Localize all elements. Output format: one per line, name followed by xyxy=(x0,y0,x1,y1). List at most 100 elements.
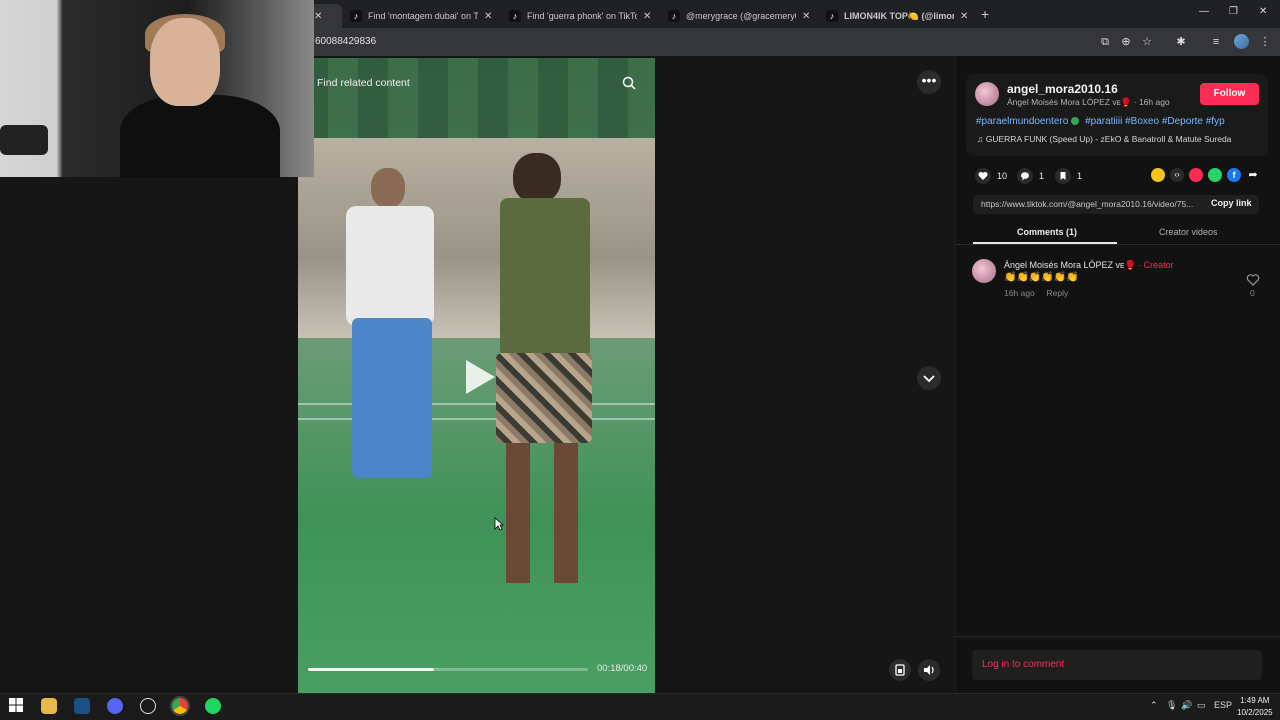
send-to-friends-icon[interactable] xyxy=(1189,168,1203,182)
like-stat[interactable]: 10 xyxy=(975,168,1007,184)
tab-comments[interactable]: Comments (1) xyxy=(1017,227,1077,237)
browser-tab[interactable]: ♪ LIMON4IK TOP🍋 (@limon4ik) | TikTok ✕ xyxy=(826,4,976,28)
follow-button[interactable]: Follow xyxy=(1200,83,1259,105)
obs-icon[interactable] xyxy=(140,698,156,714)
comment-author[interactable]: Ángel Moisés Mora LÓPEZ ᴠᴇ🥊 xyxy=(1004,260,1136,270)
green-circle-icon xyxy=(1071,117,1080,125)
play-icon[interactable] xyxy=(462,357,498,397)
minimize-icon[interactable]: — xyxy=(1199,6,1209,17)
zoom-icon[interactable]: ⊕ xyxy=(1119,35,1133,49)
tab-label: @merygrace (@gracemery09) | TikTok xyxy=(686,11,796,21)
video-progress-fill xyxy=(308,668,434,671)
menu-kebab-icon[interactable]: ⋮ xyxy=(1258,35,1272,49)
find-related-content[interactable]: Find related content xyxy=(317,77,410,89)
music-title: GUERRA FUNK (Speed Up) - zEkO & Banatrol… xyxy=(985,134,1232,144)
hashtag-link[interactable]: #paratiiii xyxy=(1085,116,1122,127)
facebook-icon[interactable]: f xyxy=(1227,168,1241,182)
discord-icon[interactable] xyxy=(107,698,123,714)
picture-in-picture-button[interactable] xyxy=(889,659,911,681)
browser-tab[interactable]: ♪ Find 'guerra phonk' on TikTok ✕ xyxy=(509,4,659,28)
whatsapp-icon[interactable] xyxy=(1208,168,1222,182)
next-video-button[interactable] xyxy=(917,366,941,390)
video-link-text[interactable]: https://www.tiktok.com/@angel_mora2010.1… xyxy=(981,199,1198,209)
volume-tray-icon[interactable]: 🔊 xyxy=(1181,700,1192,711)
bookmark-icon xyxy=(1055,168,1071,184)
cast-icon[interactable]: ⧉ xyxy=(1098,35,1112,49)
language-indicator[interactable]: ESP xyxy=(1214,700,1232,710)
spotify-icon[interactable] xyxy=(205,698,221,714)
tab-creator-videos[interactable]: Creator videos xyxy=(1159,227,1218,237)
steam-icon[interactable] xyxy=(74,698,90,714)
close-icon[interactable]: ✕ xyxy=(643,11,651,22)
creator-subline: Ángel Moisés Mora LÓPEZ ᴠᴇ🥊 · 16h ago xyxy=(1007,97,1170,108)
clock-date: 10/2/2025 xyxy=(1237,708,1273,717)
video-progress-bar[interactable] xyxy=(308,668,588,671)
chevron-down-icon xyxy=(923,375,935,383)
comment-like-heart-icon[interactable] xyxy=(1246,273,1260,287)
video-person-boxer xyxy=(488,153,598,593)
embed-code-icon[interactable]: ‹› xyxy=(1170,168,1184,182)
close-icon[interactable]: ✕ xyxy=(960,11,968,22)
video-person-coach xyxy=(346,168,436,488)
browser-tab[interactable]: ♪ Find 'montagem dubai' on TikTok ✕ xyxy=(350,4,500,28)
browser-tab[interactable]: ♪ @merygrace (@gracemery09) | TikTok ✕ xyxy=(668,4,818,28)
comment-meta: 16h ago Reply xyxy=(1004,288,1068,298)
copy-link-button[interactable]: Copy link xyxy=(1211,198,1252,208)
search-icon[interactable] xyxy=(621,75,637,91)
hashtag-link[interactable]: #paraelmundoentero xyxy=(976,116,1068,127)
system-clock[interactable]: 1:49 AM 10/2/2025 xyxy=(1237,695,1273,719)
input-divider xyxy=(955,636,1280,637)
hashtag-link[interactable]: #Boxeo xyxy=(1125,116,1159,127)
save-stat[interactable]: 1 xyxy=(1055,168,1082,184)
share-arrow-icon[interactable]: ➦ xyxy=(1246,168,1260,182)
comment-author-line: Ángel Moisés Mora LÓPEZ ᴠᴇ🥊 · Creator xyxy=(1004,260,1174,271)
screen: ✕ ♪ Find 'montagem dubai' on TikTok ✕ ♪ … xyxy=(0,0,1280,720)
post-time: 16h ago xyxy=(1138,97,1170,107)
profile-avatar[interactable] xyxy=(1234,34,1249,49)
chrome-icon[interactable] xyxy=(170,696,190,716)
webcam-overlay xyxy=(0,0,314,177)
close-icon[interactable]: ✕ xyxy=(802,11,810,22)
comment-stat[interactable]: 1 xyxy=(1017,168,1044,184)
tray-chevron-icon[interactable]: ⌃ xyxy=(1150,700,1158,711)
comment-count: 1 xyxy=(1039,171,1045,181)
tiktok-icon: ♪ xyxy=(826,10,838,22)
heart-icon xyxy=(975,168,991,184)
comment-avatar[interactable] xyxy=(972,259,996,283)
music-line[interactable]: ♫ GUERRA FUNK (Speed Up) - zEkO & Banatr… xyxy=(977,134,1231,144)
more-options-button[interactable]: ••• xyxy=(917,70,941,94)
tab-label: Find 'guerra phonk' on TikTok xyxy=(527,11,637,21)
close-icon[interactable]: ✕ xyxy=(314,11,322,22)
volume-button[interactable] xyxy=(918,659,940,681)
tiktok-icon: ♪ xyxy=(350,10,362,22)
separator-dot: · xyxy=(1133,97,1137,107)
restore-icon[interactable]: ❐ xyxy=(1229,6,1238,17)
network-icon[interactable]: ▭ xyxy=(1197,700,1206,711)
windows-start-icon[interactable] xyxy=(9,698,25,714)
tab-divider xyxy=(955,244,1280,245)
login-to-comment-link[interactable]: Log in to comment xyxy=(982,659,1064,670)
creator-avatar[interactable] xyxy=(975,82,999,106)
close-window-icon[interactable]: ✕ xyxy=(1259,6,1267,17)
reply-link[interactable]: Reply xyxy=(1047,288,1069,298)
microphone-icon[interactable]: 🎙 xyxy=(1166,700,1177,711)
music-note-icon: ♫ xyxy=(977,134,984,144)
media-control-icon[interactable]: ≡ xyxy=(1209,35,1223,49)
like-count: 10 xyxy=(997,171,1008,181)
taskbar xyxy=(0,693,1280,720)
creator-display-name: Ángel Moisés Mora LÓPEZ ᴠᴇ🥊 xyxy=(1007,97,1132,107)
close-icon[interactable]: ✕ xyxy=(484,11,492,22)
new-tab-button[interactable]: + xyxy=(981,6,989,22)
bookmark-star-icon[interactable]: ☆ xyxy=(1140,35,1154,49)
hashtag-link[interactable]: #Deporte xyxy=(1162,116,1203,127)
hashtag-line: #paraelmundoentero #paratiiii #Boxeo #De… xyxy=(976,116,1225,127)
tab-label: LIMON4IK TOP🍋 (@limon4ik) | TikTok xyxy=(844,10,954,21)
creator-username[interactable]: angel_mora2010.16 xyxy=(1007,82,1118,96)
file-explorer-icon[interactable] xyxy=(41,698,57,714)
hashtag-link[interactable]: #fyp xyxy=(1206,116,1225,127)
url-field[interactable]: 60088429836 xyxy=(315,36,376,47)
extensions-icon[interactable]: ✱ xyxy=(1174,35,1188,49)
video-timecode: 00:18/00:40 xyxy=(597,663,648,674)
tiktok-icon: ♪ xyxy=(509,10,521,22)
emoji-icon[interactable] xyxy=(1151,168,1165,182)
